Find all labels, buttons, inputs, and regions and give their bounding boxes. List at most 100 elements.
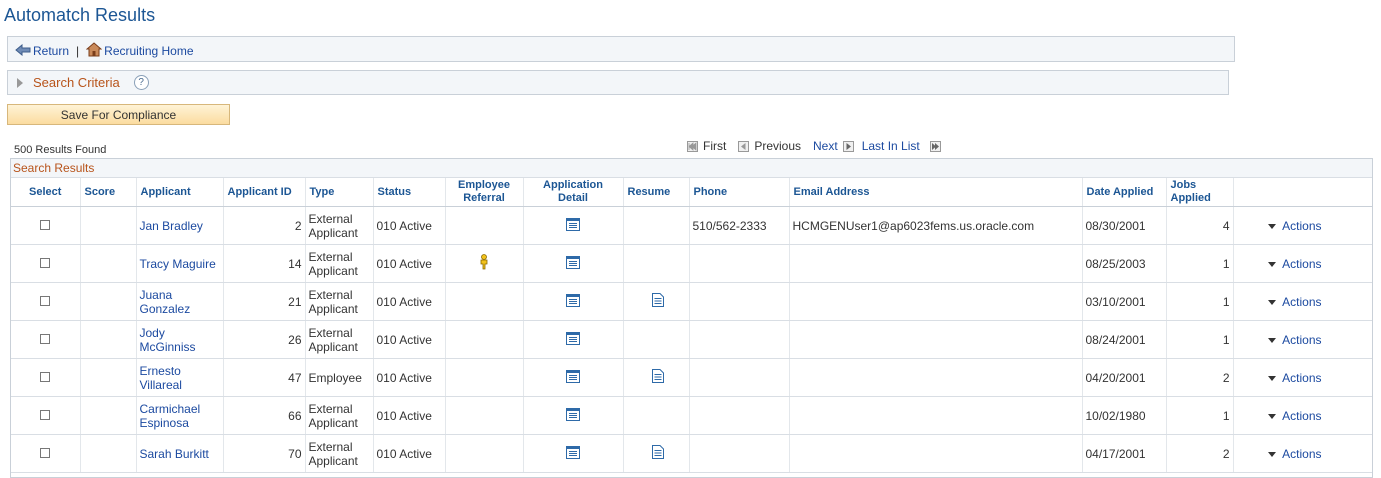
col-header-email-address[interactable]: Email Address — [789, 178, 1083, 207]
applicant-id-cell: 21 — [223, 282, 306, 321]
resume-icon[interactable] — [651, 445, 664, 462]
employee-referral-cell — [445, 434, 524, 473]
col-header-applicant[interactable]: Applicant — [136, 178, 224, 207]
actions-link[interactable]: Actions — [1282, 409, 1321, 423]
return-link[interactable]: Return — [33, 44, 69, 58]
resume-icon[interactable] — [651, 369, 664, 386]
application-detail-icon[interactable] — [566, 217, 580, 234]
pager-next[interactable]: Next — [813, 139, 838, 153]
select-checkbox[interactable] — [40, 257, 51, 268]
col-header-score[interactable]: Score — [80, 178, 137, 207]
applicant-link[interactable]: Ernesto Villareal — [140, 364, 182, 392]
previous-page-icon — [738, 140, 750, 152]
results-count: 500 Results Found — [14, 144, 107, 156]
last-page-icon[interactable] — [929, 140, 941, 152]
actions-link[interactable]: Actions — [1282, 257, 1321, 271]
applicant-link[interactable]: Tracy Maguire — [140, 257, 216, 271]
phone-cell — [689, 320, 790, 359]
actions-caret-icon[interactable] — [1268, 299, 1277, 305]
select-checkbox[interactable] — [40, 409, 51, 420]
employee-referral-cell — [445, 358, 524, 397]
employee-referral-icon[interactable] — [479, 254, 489, 273]
application-detail-icon[interactable] — [566, 407, 580, 424]
pager-last[interactable]: Last In List — [862, 139, 920, 153]
actions-caret-icon[interactable] — [1268, 223, 1277, 229]
actions-caret-icon[interactable] — [1268, 261, 1277, 267]
recruiting-home-link[interactable]: Recruiting Home — [104, 44, 193, 58]
select-cell — [11, 320, 81, 359]
date-applied-cell: 10/02/1980 — [1082, 396, 1167, 435]
actions-link[interactable]: Actions — [1282, 295, 1321, 309]
select-checkbox[interactable] — [40, 333, 51, 344]
actions-link[interactable]: Actions — [1282, 219, 1321, 233]
actions-cell: Actions — [1233, 434, 1372, 473]
application-detail-icon[interactable] — [566, 293, 580, 310]
select-checkbox[interactable] — [40, 371, 51, 382]
select-cell — [11, 396, 81, 435]
select-checkbox[interactable] — [40, 447, 51, 458]
employee-referral-cell — [445, 282, 524, 321]
application-detail-icon[interactable] — [566, 331, 580, 348]
applicant-link[interactable]: Jan Bradley — [140, 219, 203, 233]
applicant-cell: Carmichael Espinosa — [136, 396, 224, 435]
col-header-application-detail[interactable]: Application Detail — [523, 178, 624, 207]
help-icon[interactable]: ? — [133, 75, 149, 90]
resume-cell — [623, 320, 690, 359]
home-icon[interactable] — [85, 42, 103, 60]
status-cell: 010 Active — [373, 282, 446, 321]
application-detail-cell — [523, 434, 624, 473]
phone-cell — [689, 282, 790, 321]
actions-link[interactable]: Actions — [1282, 371, 1321, 385]
email-cell: HCMGENUser1@ap6023fems.us.oracle.com — [789, 206, 1083, 245]
phone-cell — [689, 358, 790, 397]
applicant-link[interactable]: Juana Gonzalez — [140, 288, 191, 316]
type-cell: External Applicant — [305, 320, 374, 359]
next-page-icon[interactable] — [842, 140, 854, 152]
actions-link[interactable]: Actions — [1282, 447, 1321, 461]
applicant-link[interactable]: Sarah Burkitt — [140, 447, 209, 461]
application-detail-icon[interactable] — [566, 255, 580, 272]
actions-caret-icon[interactable] — [1268, 375, 1277, 381]
employee-referral-cell — [445, 206, 524, 245]
select-checkbox[interactable] — [40, 295, 51, 306]
select-checkbox[interactable] — [40, 219, 51, 230]
col-header-resume[interactable]: Resume — [623, 178, 690, 207]
actions-caret-icon[interactable] — [1268, 413, 1277, 419]
employee-referral-cell — [445, 396, 524, 435]
col-header-select: Select — [11, 178, 81, 207]
return-arrow-icon[interactable] — [15, 43, 31, 59]
first-page-icon — [687, 140, 698, 152]
application-detail-cell — [523, 244, 624, 283]
type-cell: Employee — [305, 358, 374, 397]
email-cell — [789, 396, 1083, 435]
col-header-date-applied[interactable]: Date Applied — [1082, 178, 1167, 207]
phone-cell — [689, 244, 790, 283]
resume-icon[interactable] — [651, 293, 664, 310]
jobs-applied-cell: 2 — [1166, 358, 1234, 397]
actions-caret-icon[interactable] — [1268, 337, 1277, 343]
applicant-link[interactable]: Jody McGinniss — [140, 326, 196, 354]
save-for-compliance-button[interactable]: Save For Compliance — [7, 104, 230, 125]
col-header-applicant-id[interactable]: Applicant ID — [223, 178, 306, 207]
applicant-id-cell: 66 — [223, 396, 306, 435]
col-header-jobs-applied[interactable]: Jobs Applied — [1166, 178, 1234, 207]
table-row: Tracy Maguire 14 External Applicant 010 Act… — [11, 244, 1372, 283]
expand-triangle-icon[interactable] — [17, 77, 23, 88]
date-applied-cell: 08/24/2001 — [1082, 320, 1167, 359]
actions-caret-icon[interactable] — [1268, 451, 1277, 457]
application-detail-cell — [523, 206, 624, 245]
col-header-status[interactable]: Status — [373, 178, 446, 207]
search-criteria-label[interactable]: Search Criteria — [33, 75, 120, 90]
applicant-id-cell: 47 — [223, 358, 306, 397]
table-row: Jan Bradley 2 External Applicant 010 Active… — [11, 206, 1372, 245]
application-detail-icon[interactable] — [566, 445, 580, 462]
pager-first: First — [703, 139, 727, 153]
applicant-link[interactable]: Carmichael Espinosa — [140, 402, 201, 430]
search-criteria-bar[interactable]: Search Criteria ? — [7, 70, 1229, 95]
col-header-type[interactable]: Type — [305, 178, 374, 207]
col-header-phone[interactable]: Phone — [689, 178, 790, 207]
search-results-grid: Search Results Select Score Applicant Ap… — [10, 158, 1373, 478]
application-detail-icon[interactable] — [566, 369, 580, 386]
actions-link[interactable]: Actions — [1282, 333, 1321, 347]
col-header-employee-referral[interactable]: Employee Referral — [445, 178, 524, 207]
